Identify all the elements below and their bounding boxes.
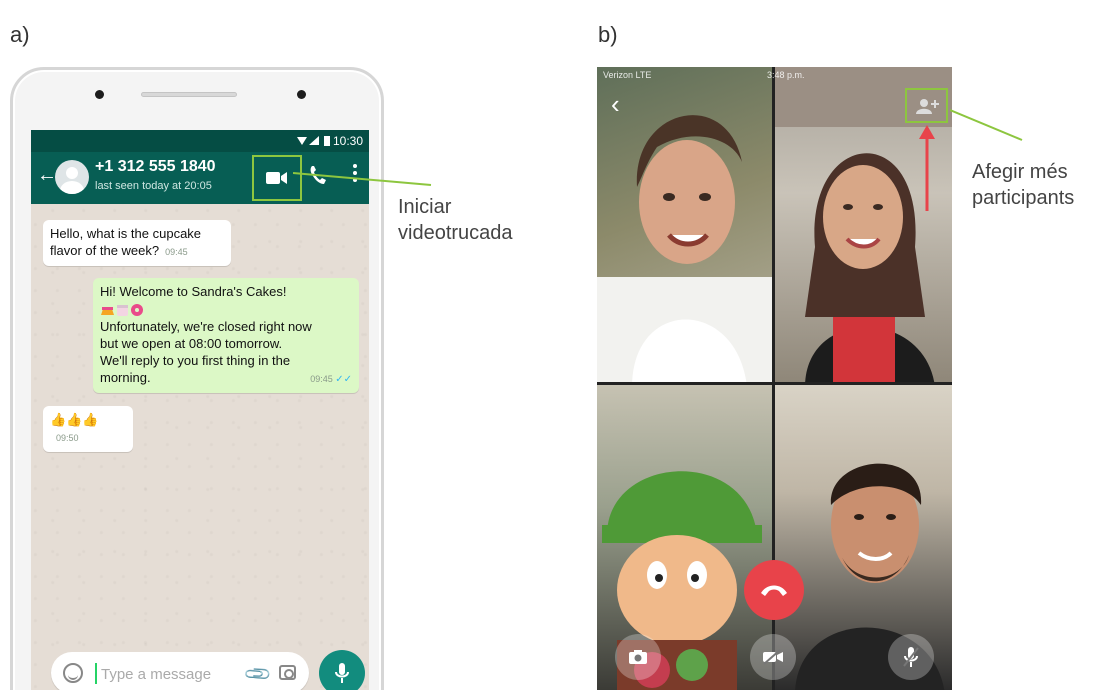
read-ticks-icon: ✓✓	[335, 373, 352, 385]
message-line: but we open at 08:00 tomorrow.	[100, 335, 283, 351]
end-call-button[interactable]	[744, 560, 804, 620]
message-line: Hello, what is the cupcake	[50, 226, 202, 241]
carrier-label: Verizon LTE	[603, 70, 652, 80]
callout-add-participants: Afegir més participants	[972, 159, 1074, 211]
phone-frame: 10:30 ← +1 312 555 1840 last seen today …	[10, 67, 384, 690]
sensor-dot	[297, 90, 306, 99]
cake-emoji-icon	[100, 302, 144, 318]
smiley-icon[interactable]	[63, 663, 83, 683]
add-participants-button[interactable]	[905, 88, 948, 123]
end-call-icon	[761, 585, 787, 596]
callout-line: participants	[972, 187, 1075, 209]
message-line: Unfortunately, we're closed right now	[100, 318, 312, 334]
message-outgoing-1: Hi! Welcome to Sandra's Cakes! Unfortuna…	[93, 278, 359, 393]
callout-start-video-call: Iniciar videotrucada	[398, 194, 513, 246]
message-line: We'll reply to you first thing in the	[100, 352, 291, 368]
callout-line: Iniciar	[398, 196, 452, 218]
mic-icon	[335, 663, 349, 683]
status-time: 10:30	[332, 134, 363, 148]
signal-battery-icon	[297, 136, 330, 146]
message-time: 09:45	[310, 373, 333, 384]
video-call-screen: Verizon LTE 3:48 p.m. ‹	[597, 67, 952, 690]
last-seen: last seen today at 20:05	[95, 180, 212, 192]
mute-button[interactable]	[888, 634, 934, 680]
mic-button[interactable]	[319, 650, 365, 690]
callout-line-video	[293, 172, 432, 186]
callout-line: videotrucada	[398, 222, 513, 244]
message-time: 09:45	[165, 247, 188, 257]
video-call-icon	[266, 172, 287, 184]
callout-line-add-participants	[950, 109, 1023, 141]
message-input[interactable]	[101, 664, 241, 684]
message-incoming-2: 👍👍👍 09:50	[43, 406, 133, 452]
back-chevron-icon[interactable]: ‹	[611, 89, 620, 120]
message-composer: 📎	[51, 652, 309, 690]
contact-name[interactable]: +1 312 555 1840	[95, 158, 216, 176]
participant-video-1	[597, 67, 772, 382]
chat-screen: 10:30 ← +1 312 555 1840 last seen today …	[31, 130, 369, 690]
callout-line: Afegir més	[972, 161, 1068, 183]
mute-icon	[903, 647, 919, 667]
message-incoming-1: Hello, what is the cupcake flavor of the…	[43, 220, 231, 266]
panel-b-label: b)	[598, 22, 618, 47]
status-icons	[295, 135, 333, 147]
back-arrow-icon[interactable]: ←	[37, 164, 57, 187]
avatar[interactable]	[55, 160, 89, 194]
panel-a-label: a)	[10, 22, 30, 47]
attach-icon[interactable]: 📎	[243, 659, 274, 690]
message-line: flavor of the week?	[50, 243, 160, 258]
video-off-button[interactable]	[750, 634, 796, 680]
call-time: 3:48 p.m.	[767, 70, 805, 80]
add-participant-icon	[915, 98, 939, 114]
call-status-bar: Verizon LTE 3:48 p.m.	[597, 67, 952, 83]
text-cursor	[95, 663, 97, 684]
video-off-icon	[763, 649, 783, 665]
status-bar: 10:30	[31, 130, 369, 152]
camera-icon[interactable]	[279, 665, 296, 680]
message-line: Hi! Welcome to Sandra's Cakes!	[100, 284, 287, 299]
message-line: morning.	[100, 369, 151, 385]
front-camera	[95, 90, 104, 99]
message-time: 09:50	[56, 433, 79, 443]
switch-camera-button[interactable]	[615, 634, 661, 680]
red-arrow-indicator	[919, 125, 935, 211]
thumbs-up-emoji: 👍👍👍	[50, 412, 99, 427]
earpiece	[141, 92, 237, 97]
switch-camera-icon	[629, 650, 647, 664]
